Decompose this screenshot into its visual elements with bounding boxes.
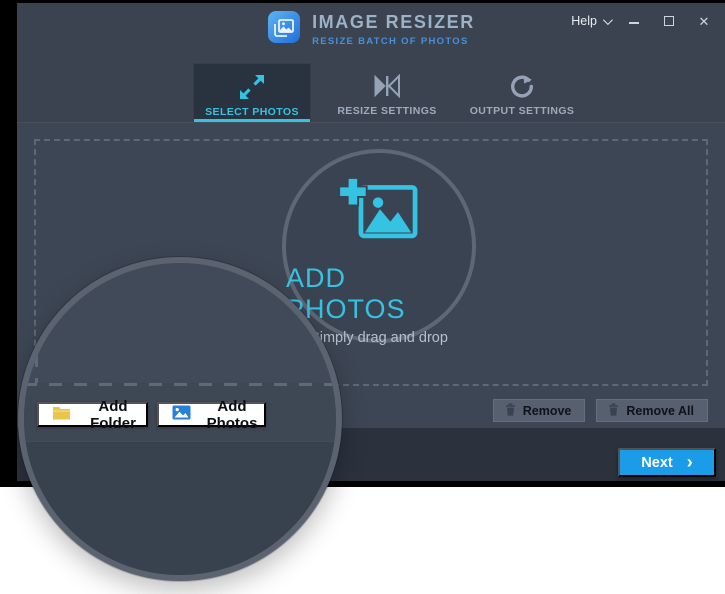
- trash-icon: [608, 403, 619, 419]
- window-controls: Help ✕: [571, 12, 715, 30]
- add-photo-icon: [335, 177, 423, 256]
- close-icon: ✕: [699, 15, 710, 28]
- chevron-right-icon: ›: [687, 453, 693, 471]
- close-button[interactable]: ✕: [693, 12, 715, 30]
- add-photos-button[interactable]: Add Photos: [157, 402, 266, 427]
- tab-select-photos[interactable]: SELECT PHOTOS: [193, 63, 311, 122]
- minimize-button[interactable]: [623, 12, 645, 30]
- help-menu[interactable]: Help: [571, 14, 610, 28]
- tab-label: SELECT PHOTOS: [205, 106, 299, 118]
- app-subtitle: RESIZE BATCH OF PHOTOS: [312, 36, 475, 47]
- next-label: Next: [641, 455, 672, 471]
- app-icon: [267, 10, 301, 49]
- magnifier-lens: Add Folder Add Photos: [18, 257, 342, 581]
- screenshot-stage: IMAGE RESIZER RESIZE BATCH OF PHOTOS Hel…: [0, 0, 725, 594]
- lens-footer-region: [24, 441, 336, 575]
- next-button[interactable]: Next ›: [618, 448, 716, 477]
- folder-icon: [52, 405, 71, 424]
- photo-icon: [172, 405, 191, 424]
- rotate-arrow-icon: [509, 71, 535, 101]
- maximize-icon: [664, 16, 674, 26]
- resize-width-icon: [372, 71, 402, 101]
- help-label: Help: [571, 14, 597, 28]
- add-photos-subtitle: Simply drag and drop: [310, 330, 448, 346]
- tab-resize-settings[interactable]: RESIZE SETTINGS: [328, 63, 446, 122]
- app-title: IMAGE RESIZER: [312, 12, 475, 33]
- tab-output-settings[interactable]: OUTPUT SETTINGS: [463, 63, 581, 122]
- expand-arrows-icon: [239, 72, 265, 102]
- remove-button[interactable]: Remove: [493, 399, 586, 422]
- maximize-button[interactable]: [658, 12, 680, 30]
- tab-label: OUTPUT SETTINGS: [470, 105, 575, 117]
- add-photos-title: ADD PHOTOS: [286, 263, 472, 325]
- add-folder-button[interactable]: Add Folder: [37, 402, 148, 427]
- minimize-icon: [629, 22, 639, 24]
- add-photos-target[interactable]: ADD PHOTOS Simply drag and drop: [282, 149, 476, 343]
- lens-dashed-border-vertical: [35, 263, 38, 383]
- tab-label: RESIZE SETTINGS: [337, 105, 436, 117]
- add-photos-label: Add Photos: [200, 398, 264, 432]
- list-actions: Remove Remove All: [493, 399, 708, 422]
- remove-all-button[interactable]: Remove All: [596, 399, 708, 422]
- chevron-down-icon: [603, 15, 613, 25]
- lens-dashed-border-horizontal: [24, 383, 336, 386]
- remove-all-label: Remove All: [626, 404, 694, 418]
- remove-label: Remove: [523, 404, 572, 418]
- add-folder-label: Add Folder: [80, 398, 146, 432]
- trash-icon: [505, 403, 516, 419]
